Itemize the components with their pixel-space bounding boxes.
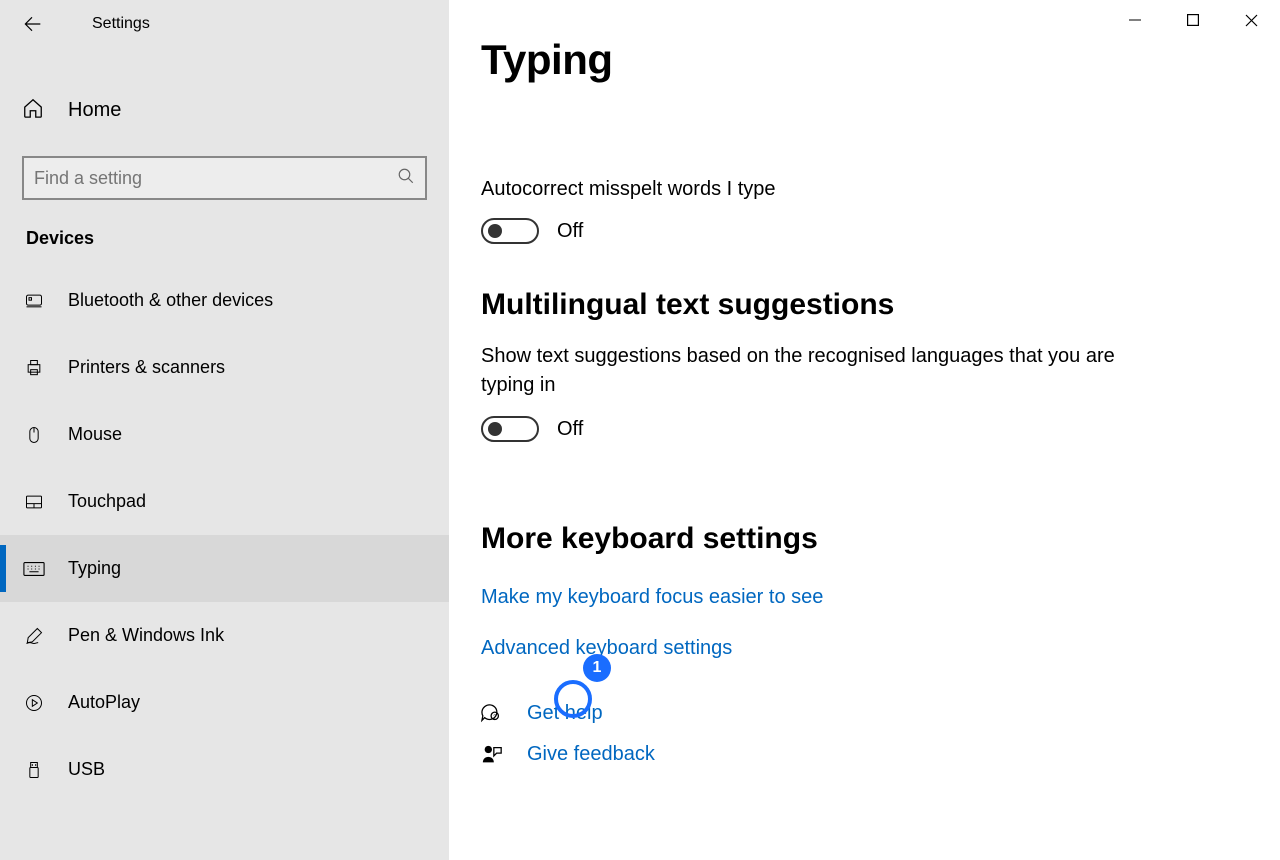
printer-icon bbox=[22, 358, 46, 378]
sidebar-item-label: USB bbox=[68, 759, 105, 780]
page-title: Typing bbox=[481, 36, 1248, 84]
autocorrect-toggle[interactable] bbox=[481, 218, 539, 244]
sidebar-category: Devices bbox=[0, 200, 449, 267]
usb-icon bbox=[22, 760, 46, 780]
give-feedback-link[interactable]: Give feedback bbox=[527, 743, 655, 766]
multilingual-desc: Show text suggestions based on the recog… bbox=[481, 342, 1121, 400]
feedback-icon bbox=[481, 744, 503, 766]
autoplay-icon bbox=[22, 693, 46, 713]
sidebar-home-label: Home bbox=[68, 99, 121, 122]
close-button[interactable] bbox=[1222, 0, 1280, 40]
sidebar-item-label: Touchpad bbox=[68, 491, 146, 512]
sidebar-item-typing[interactable]: Typing bbox=[0, 535, 449, 602]
back-button[interactable] bbox=[22, 4, 62, 44]
search-icon bbox=[397, 167, 415, 190]
svg-text:?: ? bbox=[493, 714, 496, 720]
touchpad-icon bbox=[22, 492, 46, 512]
sidebar-item-label: Mouse bbox=[68, 424, 122, 445]
sidebar-item-autoplay[interactable]: AutoPlay bbox=[0, 669, 449, 736]
search-box[interactable] bbox=[22, 156, 427, 200]
link-keyboard-focus[interactable]: Make my keyboard focus easier to see bbox=[481, 586, 1248, 609]
sidebar-item-label: Printers & scanners bbox=[68, 357, 225, 378]
search-input[interactable] bbox=[34, 168, 397, 189]
sidebar-home[interactable]: Home bbox=[0, 76, 449, 144]
autocorrect-label: Autocorrect misspelt words I type bbox=[481, 176, 1141, 202]
minimize-button[interactable] bbox=[1106, 0, 1164, 40]
multilingual-heading: Multilingual text suggestions bbox=[481, 288, 1248, 322]
sidebar-item-label: Typing bbox=[68, 558, 121, 579]
keyboard-icon bbox=[22, 561, 46, 577]
mouse-icon bbox=[22, 425, 46, 445]
more-heading: More keyboard settings bbox=[481, 522, 1248, 556]
help-icon: ? bbox=[481, 703, 503, 725]
sidebar-item-pen[interactable]: Pen & Windows Ink bbox=[0, 602, 449, 669]
window-title: Settings bbox=[92, 15, 150, 33]
link-advanced-keyboard[interactable]: Advanced keyboard settings bbox=[481, 637, 1248, 660]
multilingual-toggle[interactable] bbox=[481, 416, 539, 442]
pen-icon bbox=[22, 626, 46, 646]
sidebar-item-label: Pen & Windows Ink bbox=[68, 625, 224, 646]
get-help-link[interactable]: Get help bbox=[527, 702, 603, 725]
bluetooth-icon bbox=[22, 291, 46, 311]
sidebar-item-label: Bluetooth & other devices bbox=[68, 290, 273, 311]
home-icon bbox=[22, 97, 46, 124]
sidebar-item-label: AutoPlay bbox=[68, 692, 140, 713]
autocorrect-state: Off bbox=[557, 220, 583, 243]
sidebar-item-printers[interactable]: Printers & scanners bbox=[0, 334, 449, 401]
maximize-button[interactable] bbox=[1164, 0, 1222, 40]
multilingual-state: Off bbox=[557, 418, 583, 441]
sidebar-item-touchpad[interactable]: Touchpad bbox=[0, 468, 449, 535]
sidebar-item-usb[interactable]: USB bbox=[0, 736, 449, 803]
sidebar-item-mouse[interactable]: Mouse bbox=[0, 401, 449, 468]
sidebar-item-bluetooth[interactable]: Bluetooth & other devices bbox=[0, 267, 449, 334]
